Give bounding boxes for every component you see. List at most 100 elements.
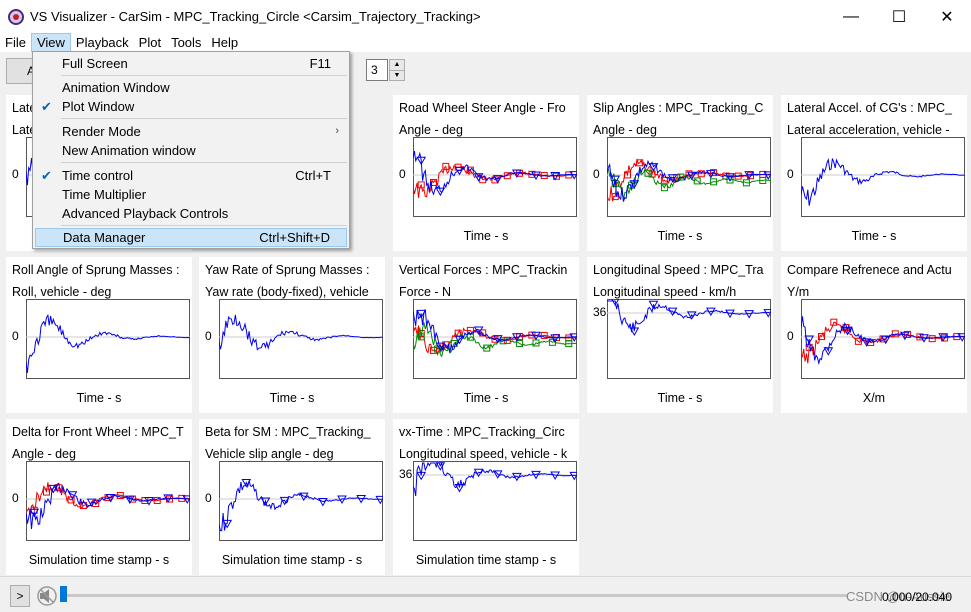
checkmark-icon: ✔ [41, 168, 52, 183]
plot-title: vx-Time : MPC_Tracking_Circ [399, 425, 565, 439]
vertical-forces-panel[interactable]: Vertical Forces : MPC_Trackin Force - N Ti… [393, 257, 579, 413]
plot-x-label: Time - s [657, 229, 703, 243]
menu-bar: File View Playback Plot Tools Help [0, 33, 971, 52]
plot-title: Road Wheel Steer Angle - Fro [399, 101, 566, 115]
plot-x-label: Time - s [269, 391, 315, 405]
shortcut-label: Ctrl+T [295, 168, 331, 183]
plot-area[interactable] [801, 299, 965, 379]
stepper-down-icon[interactable]: ▼ [390, 71, 404, 81]
plot-y-label: Longitudinal speed - km/h [593, 285, 737, 299]
plot-y-tick: 36 [399, 467, 413, 481]
menu-tools[interactable]: Tools [166, 33, 206, 52]
plot-title: Longitudinal Speed : MPC_Tra [593, 263, 764, 277]
menu-item-advanced-playback-controls[interactable]: Advanced Playback Controls [35, 204, 347, 223]
app-icon [8, 8, 24, 25]
menu-item-plot-window[interactable]: ✔ Plot Window [35, 97, 347, 116]
time-readout: 0.000/20.040 [882, 590, 953, 604]
close-button[interactable]: ✕ [923, 0, 971, 33]
plot-title: Vertical Forces : MPC_Trackin [399, 263, 568, 277]
menu-item-label: Plot Window [62, 99, 135, 114]
plot-y-tick: 0 [593, 167, 600, 181]
plot-title: Lateral Accel. of CG's : MPC_ [787, 101, 952, 115]
plot-title: Compare Refrenece and Actu [787, 263, 952, 277]
play-button[interactable]: > [10, 585, 30, 607]
menu-separator [61, 225, 347, 226]
plot-y-label: Longitudinal speed, vehicle - k [399, 447, 568, 461]
plot-x-label: Time - s [657, 391, 703, 405]
plot-y-tick: 0 [12, 491, 19, 505]
plot-y-tick: 0 [787, 329, 794, 343]
menu-item-label: Animation Window [62, 80, 170, 95]
menu-item-render-mode[interactable]: Render Mode › [35, 122, 347, 141]
menu-item-data-manager[interactable]: Data Manager Ctrl+Shift+D [35, 228, 347, 247]
menu-view[interactable]: View [30, 33, 71, 52]
plot-y-label: Angle - deg [12, 447, 76, 461]
maximize-button[interactable]: ☐ [875, 0, 923, 33]
plot-area[interactable] [607, 299, 771, 379]
yaw-rate-panel[interactable]: Yaw Rate of Sprung Masses : Yaw rate (bod… [199, 257, 385, 413]
plot-x-label: Time - s [76, 391, 122, 405]
plot-y-label: Angle - deg [593, 123, 657, 137]
plot-area[interactable] [413, 461, 577, 541]
plot-area[interactable] [26, 461, 190, 541]
plot-area[interactable] [219, 299, 383, 379]
plot-y-tick: 0 [787, 167, 794, 181]
plot-y-label: Lateral acceleration, vehicle - [787, 123, 950, 137]
time-slider-track[interactable] [62, 594, 847, 597]
plot-area[interactable] [801, 137, 965, 217]
plot-y-label: Force - N [399, 285, 452, 299]
stepper-up-icon[interactable]: ▲ [390, 60, 404, 71]
plot-y-tick: 36 [593, 305, 607, 319]
mute-icon[interactable] [36, 585, 58, 607]
plot-title: Slip Angles : MPC_Tracking_C [593, 101, 764, 115]
plot-area[interactable] [26, 299, 190, 379]
menu-plot[interactable]: Plot [134, 33, 166, 52]
slip-angles-panel[interactable]: Slip Angles : MPC_Tracking_C Angle - deg 0… [587, 95, 773, 251]
shortcut-label: F11 [309, 56, 331, 71]
menu-item-full-screen[interactable]: Full Screen F11 [35, 54, 347, 73]
plot-y-tick: 0 [205, 329, 212, 343]
plot-area[interactable] [413, 299, 577, 379]
plot-title: Beta for SM : MPC_Tracking_ [205, 425, 371, 439]
window-controls: — ☐ ✕ [827, 0, 971, 33]
plot-y-label: Vehicle slip angle - deg [205, 447, 334, 461]
compare-reference-panel[interactable]: Compare Refrenece and Actu Y/m 0 X/m [781, 257, 967, 413]
steer-angle-panel[interactable]: Road Wheel Steer Angle - Fro Angle - deg 0… [393, 95, 579, 251]
plot-x-label: Simulation time stamp - s [415, 553, 557, 567]
time-slider-thumb[interactable] [60, 586, 67, 602]
menu-item-label: Render Mode [62, 124, 141, 139]
menu-file[interactable]: File [0, 33, 31, 52]
vx-time-panel[interactable]: vx-Time : MPC_Tracking_Circ Longitudinal … [393, 419, 579, 575]
roll-angle-panel[interactable]: Roll Angle of Sprung Masses : Roll, vehic… [6, 257, 192, 413]
longitudinal-speed-panel[interactable]: Longitudinal Speed : MPC_Tra Longitudinal… [587, 257, 773, 413]
menu-item-animation-window[interactable]: Animation Window [35, 78, 347, 97]
menu-item-time-multiplier[interactable]: Time Multiplier [35, 185, 347, 204]
plot-y-label: Yaw rate (body-fixed), vehicle [205, 285, 369, 299]
delta-front-wheel-panel[interactable]: Delta for Front Wheel : MPC_T Angle - deg… [6, 419, 192, 575]
plot-title: Roll Angle of Sprung Masses : [12, 263, 180, 277]
lateral-accel-panel[interactable]: Lateral Accel. of CG's : MPC_ Lateral acc… [781, 95, 967, 251]
menu-help[interactable]: Help [206, 33, 243, 52]
plot-y-tick: 0 [12, 167, 19, 181]
plots-count-input[interactable]: 3 [366, 59, 388, 81]
menu-separator [61, 118, 347, 119]
menu-item-time-control[interactable]: ✔ Time control Ctrl+T [35, 166, 347, 185]
menu-item-label: Data Manager [63, 230, 146, 245]
plot-area[interactable] [219, 461, 383, 541]
plot-area[interactable] [413, 137, 577, 217]
menu-item-new-animation-window[interactable]: New Animation window [35, 141, 347, 160]
plot-x-label: Simulation time stamp - s [221, 553, 363, 567]
plot-y-tick: 0 [399, 167, 406, 181]
plots-count-stepper[interactable]: ▲ ▼ [389, 59, 405, 81]
beta-panel[interactable]: Beta for SM : MPC_Tracking_ Vehicle slip … [199, 419, 385, 575]
window-title: VS Visualizer - CarSim - MPC_Tracking_Ci… [30, 9, 481, 24]
plot-x-label: X/m [862, 391, 886, 405]
menu-item-label: Full Screen [62, 56, 128, 71]
minimize-button[interactable]: — [827, 0, 875, 33]
menu-playback[interactable]: Playback [71, 33, 134, 52]
plot-area[interactable] [607, 137, 771, 217]
plot-y-tick: 0 [12, 329, 19, 343]
title-bar: VS Visualizer - CarSim - MPC_Tracking_Ci… [0, 0, 971, 33]
checkmark-icon: ✔ [41, 99, 52, 114]
view-menu-dropdown: Full Screen F11 Animation Window ✔ Plot … [32, 51, 350, 249]
